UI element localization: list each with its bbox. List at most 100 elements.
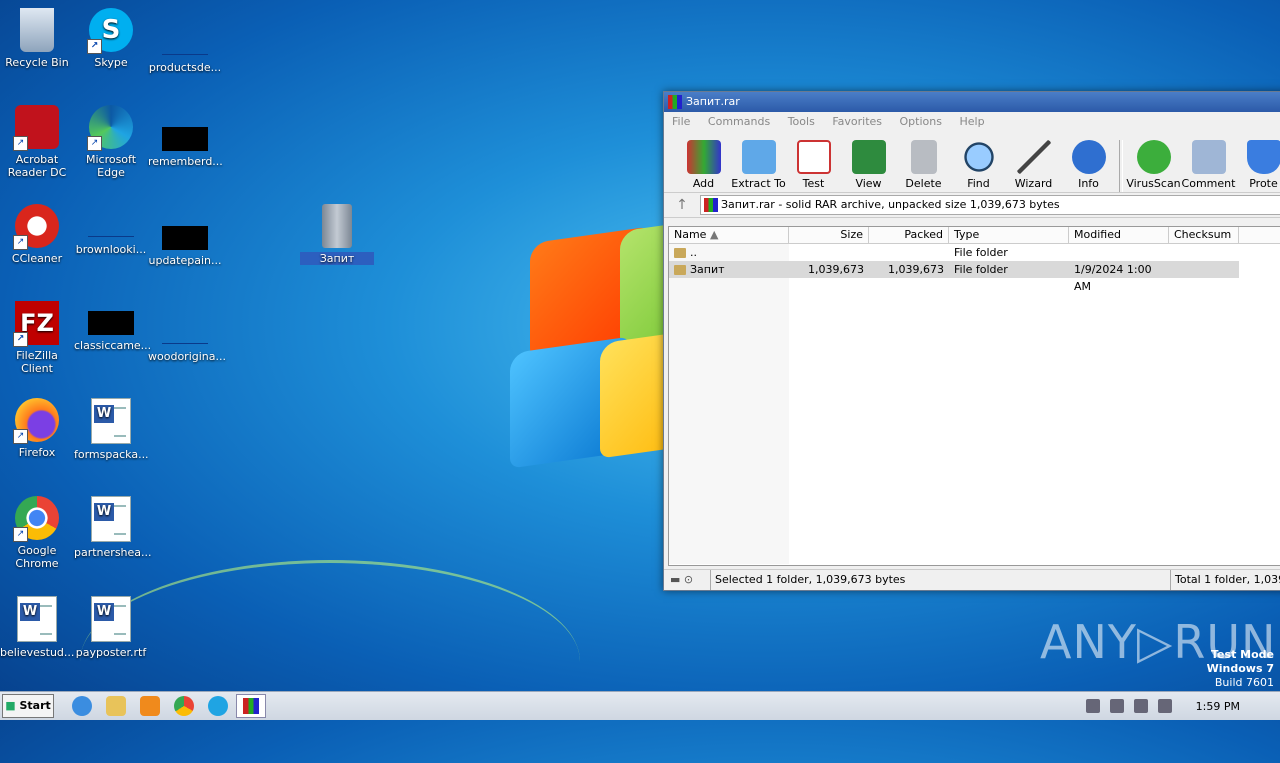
desktop-icon-skype[interactable]: S↗ Skype bbox=[74, 8, 148, 69]
blank-icon bbox=[88, 216, 134, 237]
desktop-icon-classiccame[interactable]: classiccame... bbox=[74, 301, 148, 352]
desktop-icon-productsde[interactable]: productsde... bbox=[148, 8, 222, 74]
extract-label: Extract To bbox=[731, 177, 785, 190]
row-name: Запит bbox=[690, 263, 725, 276]
up-arrow-icon[interactable]: ↑ bbox=[664, 197, 700, 213]
desktop-icon-woodorigina[interactable]: woodorigina... bbox=[148, 301, 222, 363]
speaker-icon[interactable] bbox=[1086, 699, 1100, 713]
power-icon[interactable] bbox=[1158, 699, 1172, 713]
desktop-icon-label: classiccame... bbox=[74, 339, 148, 352]
window-titlebar[interactable]: Запит.rar bbox=[664, 92, 1280, 112]
desktop-icon-filezilla[interactable]: FZ↗ FileZilla Client bbox=[0, 301, 74, 375]
wallpaper-swoosh bbox=[80, 560, 580, 763]
comment-icon bbox=[1192, 140, 1226, 174]
clock[interactable]: 1:59 PM bbox=[1196, 700, 1240, 713]
window-title: Запит.rar bbox=[686, 95, 740, 108]
magnifier-icon bbox=[962, 140, 996, 174]
desktop-icon-payposter[interactable]: W payposter.rtf bbox=[74, 596, 148, 659]
comment-button[interactable]: Comment bbox=[1181, 140, 1236, 192]
desktop-icon-edge[interactable]: ↗ Microsoft Edge bbox=[74, 105, 148, 179]
desktop-icon-believestud[interactable]: W believestud... bbox=[0, 596, 74, 659]
column-size[interactable]: Size bbox=[789, 227, 869, 243]
ie-icon[interactable] bbox=[72, 696, 92, 716]
column-checksum[interactable]: Checksum bbox=[1169, 227, 1239, 243]
name-column-background bbox=[669, 244, 789, 564]
extract-to-button[interactable]: Extract To bbox=[731, 140, 786, 192]
info-button[interactable]: Info bbox=[1061, 140, 1116, 192]
drive-icon[interactable]: ▬ ⊙ bbox=[664, 570, 710, 590]
column-type[interactable]: Type bbox=[949, 227, 1069, 243]
desktop-icon-label: formspacka... bbox=[74, 448, 148, 461]
virusscan-button[interactable]: VirusScan bbox=[1126, 140, 1181, 192]
archive-path-field[interactable]: Запит.rar - solid RAR archive, unpacked … bbox=[700, 195, 1280, 215]
desktop-icon-ccleaner[interactable]: ↗ CCleaner bbox=[0, 204, 74, 265]
menu-file[interactable]: File bbox=[672, 115, 690, 128]
protect-button[interactable]: Prote bbox=[1236, 140, 1280, 192]
menu-bar: File Commands Tools Favorites Options He… bbox=[664, 112, 1280, 132]
folder-icon bbox=[322, 204, 352, 248]
word-doc-icon: W bbox=[91, 596, 131, 642]
desktop-icon-firefox[interactable]: ↗ Firefox bbox=[0, 398, 74, 459]
play-icon: ▷ bbox=[1137, 615, 1173, 669]
menu-favorites[interactable]: Favorites bbox=[832, 115, 882, 128]
column-name[interactable]: Name ▲ bbox=[669, 227, 789, 243]
folder-icon bbox=[674, 265, 686, 275]
desktop-icon-rememberd[interactable]: rememberd... bbox=[148, 105, 222, 168]
desktop-icon-recycle-bin[interactable]: Recycle Bin bbox=[0, 8, 74, 69]
find-button[interactable]: Find bbox=[951, 140, 1006, 192]
desktop-icon-brownlooki[interactable]: brownlooki... bbox=[74, 204, 148, 256]
desktop-icon-label: FileZilla Client bbox=[0, 349, 74, 375]
shield-icon bbox=[1247, 140, 1280, 174]
row-packed bbox=[869, 244, 949, 261]
desktop-icon-label: Microsoft Edge bbox=[74, 153, 148, 179]
black-file-icon bbox=[88, 311, 134, 335]
column-packed[interactable]: Packed bbox=[869, 227, 949, 243]
desktop-icon-updatepain[interactable]: updatepain... bbox=[148, 204, 222, 267]
menu-options[interactable]: Options bbox=[900, 115, 942, 128]
winrar-icon bbox=[668, 95, 682, 109]
column-modified[interactable]: Modified bbox=[1069, 227, 1169, 243]
system-tray: 1:59 PM bbox=[1076, 692, 1280, 720]
flag-icon[interactable] bbox=[1134, 699, 1148, 713]
table-row-selected[interactable]: Запит 1,039,673 1,039,673 File folder 1/… bbox=[669, 261, 1239, 278]
edge-taskbar-icon[interactable] bbox=[208, 696, 228, 716]
desktop-icon-zapyt-folder[interactable]: Запит bbox=[300, 204, 374, 265]
network-icon[interactable] bbox=[1110, 699, 1124, 713]
word-doc-icon: W bbox=[91, 496, 131, 542]
menu-help[interactable]: Help bbox=[959, 115, 984, 128]
media-player-icon[interactable] bbox=[140, 696, 160, 716]
desktop-icon-label: payposter.rtf bbox=[74, 646, 148, 659]
row-type: File folder bbox=[949, 261, 1069, 278]
firefox-icon: ↗ bbox=[15, 398, 59, 442]
taskbar: ■ Start 1:59 PM bbox=[0, 691, 1280, 720]
row-modified bbox=[1069, 244, 1169, 261]
protect-label: Prote bbox=[1249, 177, 1278, 190]
delete-button[interactable]: Delete bbox=[896, 140, 951, 192]
chrome-taskbar-icon[interactable] bbox=[174, 696, 194, 716]
trash-icon bbox=[911, 140, 937, 174]
desktop-icon-chrome[interactable]: ↗ Google Chrome bbox=[0, 496, 74, 570]
explorer-icon[interactable] bbox=[106, 696, 126, 716]
test-button[interactable]: Test bbox=[786, 140, 841, 192]
menu-tools[interactable]: Tools bbox=[788, 115, 815, 128]
desktop-icon-partnershea[interactable]: W partnershea... bbox=[74, 496, 148, 559]
recycle-bin-icon bbox=[20, 8, 54, 52]
winrar-window: Запит.rar File Commands Tools Favorites … bbox=[663, 91, 1280, 591]
skype-icon: S↗ bbox=[89, 8, 133, 52]
start-button[interactable]: ■ Start bbox=[2, 694, 54, 718]
winrar-taskbar-button[interactable] bbox=[236, 694, 266, 718]
desktop-icon-acrobat[interactable]: ↗ Acrobat Reader DC bbox=[0, 105, 74, 179]
view-button[interactable]: View bbox=[841, 140, 896, 192]
table-row-parent[interactable]: .. File folder bbox=[669, 244, 1280, 261]
add-button[interactable]: Add bbox=[676, 140, 731, 192]
windows-flag-icon: ■ bbox=[5, 699, 15, 712]
menu-commands[interactable]: Commands bbox=[708, 115, 770, 128]
desktop-icon-label: Firefox bbox=[0, 446, 74, 459]
anyrun-left: ANY bbox=[1040, 615, 1137, 669]
test-mode-line2: Windows 7 bbox=[1207, 662, 1274, 676]
desktop-icon-formspacka[interactable]: W formspacka... bbox=[74, 398, 148, 461]
toolbar: Add Extract To Test View Delete Find Wiz… bbox=[664, 132, 1280, 193]
column-name-label: Name bbox=[674, 228, 706, 241]
blank-icon bbox=[162, 34, 208, 55]
wizard-button[interactable]: Wizard bbox=[1006, 140, 1061, 192]
